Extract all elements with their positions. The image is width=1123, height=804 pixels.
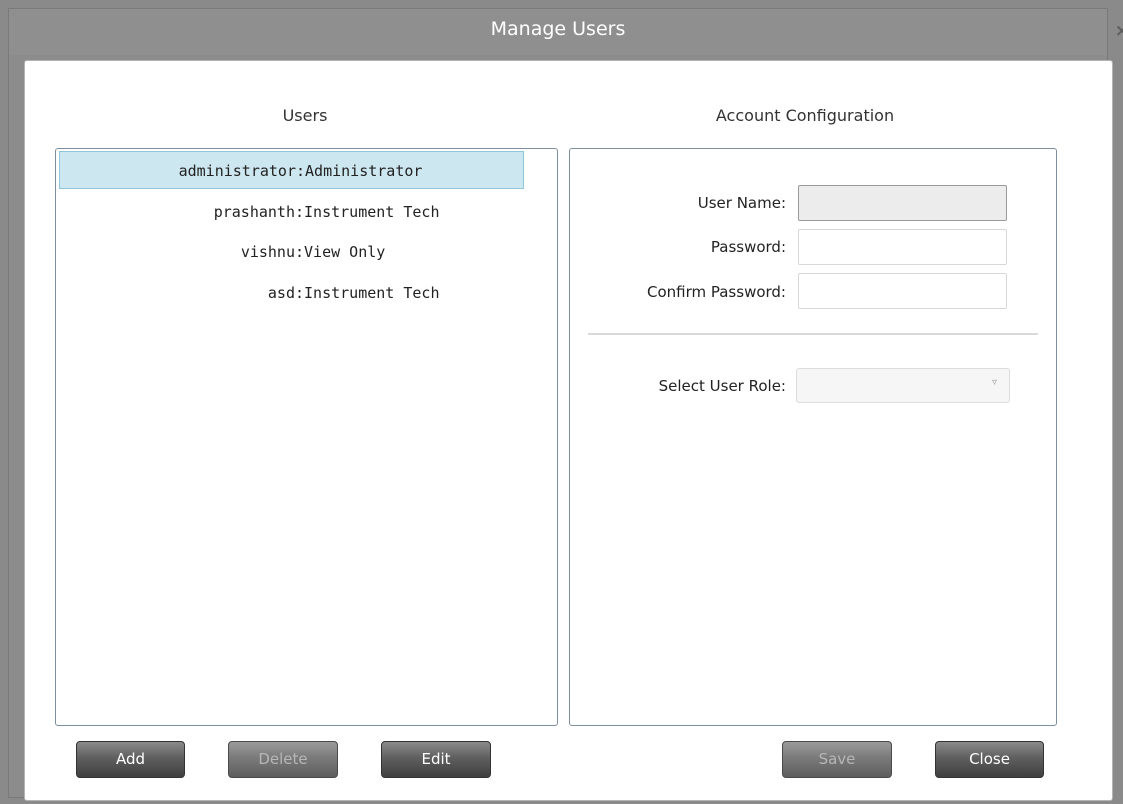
user-role-text: View Only [304,243,386,261]
confirm-password-field[interactable] [798,273,1007,309]
user-separator: : [295,203,305,221]
chevron-down-icon: ▿ [991,377,997,388]
user-name-label: User Name: [697,194,786,212]
user-separator: : [295,243,305,261]
users-heading: Users [282,106,328,125]
select-user-role-label: Select User Role: [658,377,786,395]
dialog-content: Users Account Configuration administrato… [24,60,1113,801]
user-name-field[interactable] [798,185,1007,221]
account-configuration-heading: Account Configuration [715,106,895,125]
add-button[interactable]: Add [76,741,185,778]
user-name-text: vishnu [240,243,295,261]
password-field[interactable] [798,229,1007,265]
password-label: Password: [710,238,786,256]
user-separator: : [295,284,305,302]
manage-users-dialog: Manage Users × Users Account Configurati… [8,8,1123,801]
user-role-text: Administrator [305,162,423,180]
user-list-item[interactable]: prashanth:Instrument Tech [59,193,524,231]
account-configuration-panel: User Name: Password: Confirm Password: S… [569,148,1057,726]
user-list-item[interactable]: asd:Instrument Tech [59,274,524,312]
close-icon[interactable]: × [1115,21,1123,41]
close-button[interactable]: Close [935,741,1044,778]
confirm-password-label: Confirm Password: [646,283,786,301]
form-divider [588,333,1038,335]
user-list-item[interactable]: administrator:Administrator [59,151,524,189]
user-name-text: administrator [178,162,296,180]
save-button[interactable]: Save [782,741,892,778]
user-separator: : [296,162,306,180]
user-name-text: asd [267,284,295,302]
user-role-text: Instrument Tech [304,284,440,302]
title-bar[interactable]: Manage Users × [9,9,1123,55]
dialog-title: Manage Users [490,18,626,40]
users-list[interactable]: administrator:Administrator prashanth:In… [55,148,558,726]
edit-button[interactable]: Edit [381,741,491,778]
delete-button[interactable]: Delete [228,741,338,778]
user-role-dropdown[interactable]: ▿ [796,368,1010,403]
user-name-text: prashanth [213,203,295,221]
user-role-text: Instrument Tech [304,203,440,221]
user-list-item[interactable]: vishnu:View Only [59,233,524,271]
